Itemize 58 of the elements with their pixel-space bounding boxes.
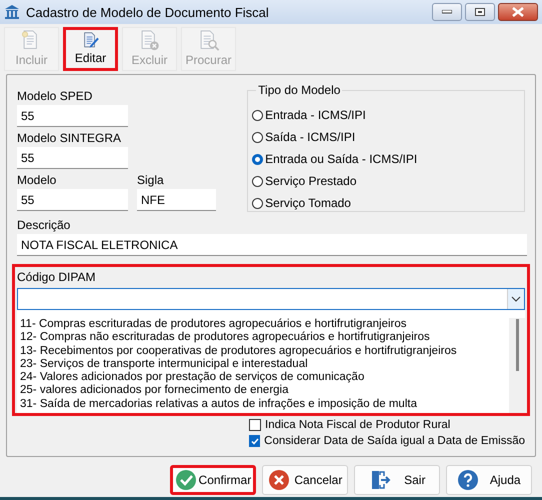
checkbox[interactable] bbox=[249, 419, 261, 431]
dropdown-option[interactable]: 24- Valores adicionados por prestação de serviços de comunicação bbox=[20, 371, 509, 384]
text-field[interactable]: NOTA FISCAL ELETRONICA bbox=[17, 234, 527, 256]
radio-option[interactable]: Saída - ICMS/IPI bbox=[252, 129, 520, 145]
action-button[interactable]: Confirmar bbox=[170, 465, 256, 495]
bank-icon bbox=[4, 4, 20, 20]
radio-option[interactable]: Entrada ou Saída - ICMS/IPI bbox=[252, 151, 520, 167]
checkbox[interactable] bbox=[249, 435, 260, 447]
field-label: Sigla bbox=[137, 173, 165, 187]
checkbox-label: Indica Nota Fiscal de Produtor Rural bbox=[265, 419, 450, 431]
dropdown-option[interactable]: 12- Compras não escrituradas de produtores agropecuários e hortifrutigranjeiros bbox=[20, 331, 509, 345]
cancel-icon bbox=[268, 469, 290, 491]
field-label: Descrição bbox=[17, 218, 72, 232]
toolbar-button[interactable]: Editar bbox=[63, 27, 118, 71]
dropdown-option[interactable]: 31- Saída de mercadorias relativas a autos de infrações e imposição de multa bbox=[20, 398, 509, 412]
help-icon bbox=[457, 469, 480, 491]
radio-option[interactable]: Serviço Tomado bbox=[252, 195, 520, 211]
dropdown-field[interactable] bbox=[17, 288, 525, 310]
text-field[interactable]: 55 bbox=[17, 189, 128, 211]
scrollbar-thumb[interactable] bbox=[516, 319, 518, 371]
chevron-down-icon bbox=[511, 296, 521, 302]
radio-label: Entrada ou Saída - ICMS/IPI bbox=[265, 152, 418, 166]
dropdown-option[interactable]: 13- Recebimentos por cooperativas de produtores agropecuários e hortifrutigranjeiros bbox=[20, 344, 509, 358]
dropdown-option[interactable]: 11- Compras escrituradas de produtores agropecuários e hortifrutigranjeiros bbox=[20, 318, 509, 332]
action-button[interactable]: Cancelar bbox=[262, 465, 348, 495]
radio-button[interactable] bbox=[252, 132, 264, 142]
restore-icon bbox=[475, 8, 485, 16]
window-title: Cadastro de Modelo de Documento Fiscal bbox=[26, 4, 270, 20]
close-button[interactable] bbox=[498, 3, 538, 21]
checkmark-icon bbox=[250, 438, 259, 444]
text-field[interactable]: NFE bbox=[137, 189, 216, 211]
dropdown-option[interactable]: 25- valores adicionados por fornecimento de energia bbox=[20, 384, 509, 398]
restore-button[interactable] bbox=[465, 3, 495, 21]
radio-option[interactable]: Serviço Prestado bbox=[252, 173, 520, 189]
text-field[interactable]: 55 bbox=[17, 147, 128, 169]
radio-button[interactable] bbox=[252, 154, 264, 164]
radio-label: Serviço Tomado bbox=[265, 196, 351, 210]
action-button[interactable]: Ajuda bbox=[446, 465, 532, 495]
radio-label: Saída - ICMS/IPI bbox=[265, 130, 356, 144]
checkbox-label: Considerar Data de Saída igual a Data de Emissão bbox=[264, 435, 525, 447]
close-icon bbox=[512, 7, 524, 17]
radio-button[interactable] bbox=[252, 110, 264, 120]
check-circle-icon bbox=[174, 469, 197, 491]
radio-label: Entrada - ICMS/IPI bbox=[265, 108, 366, 122]
minimize-button[interactable] bbox=[432, 3, 462, 21]
radio-option[interactable]: Entrada - ICMS/IPI bbox=[252, 107, 520, 123]
radio-button[interactable] bbox=[252, 176, 264, 186]
radio-label: Serviço Prestado bbox=[265, 174, 357, 188]
dropdown-option[interactable]: 23- Serviços de transporte intermunicipal e interestadual bbox=[20, 358, 509, 372]
field-label: Código DIPAM bbox=[17, 270, 96, 284]
minimize-icon bbox=[442, 10, 452, 14]
group-title: Tipo do Modelo bbox=[256, 83, 342, 97]
action-button[interactable]: Sair bbox=[354, 465, 440, 495]
text-field[interactable]: 55 bbox=[17, 105, 128, 127]
field-label: Modelo SPED bbox=[17, 89, 94, 103]
field-label: Modelo SINTEGRA bbox=[17, 131, 122, 145]
radio-button[interactable] bbox=[252, 198, 264, 208]
field-label: Modelo bbox=[17, 173, 58, 187]
